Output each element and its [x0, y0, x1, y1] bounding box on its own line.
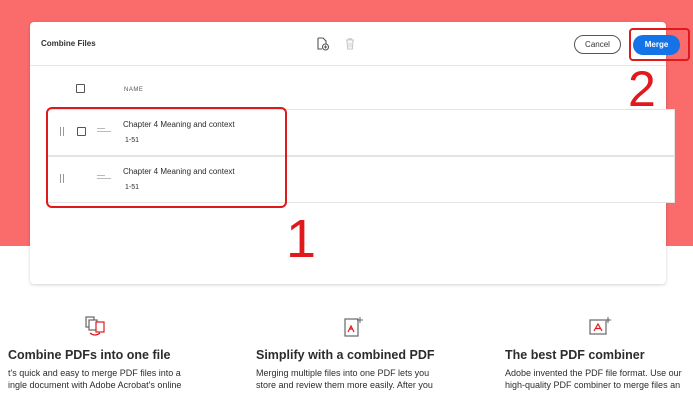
- feature-line: store and review them more easily. After…: [256, 380, 433, 390]
- annotation-frame-files: [46, 107, 287, 208]
- annotation-step-2: 2: [628, 61, 656, 117]
- trash-icon[interactable]: [343, 37, 357, 51]
- add-pdf-icon: [342, 315, 364, 337]
- select-all-checkbox[interactable]: [76, 84, 85, 93]
- annotation-step-1: 1: [286, 209, 317, 269]
- feature-title: Simplify with a combined PDF: [256, 348, 435, 362]
- feature-title: Combine PDFs into one file: [8, 348, 171, 362]
- sparkle-pdf-icon: [588, 315, 612, 337]
- file-list-header: NAME: [30, 78, 666, 102]
- combine-files-icon: [84, 315, 106, 337]
- cancel-button[interactable]: Cancel: [574, 35, 621, 54]
- feature-line: Adobe invented the PDF file format. Use …: [505, 368, 682, 378]
- feature-line: Merging multiple files into one PDF lets…: [256, 368, 430, 378]
- add-file-icon[interactable]: [316, 37, 330, 51]
- annotation-frame-merge: [629, 28, 690, 61]
- feature-line: ingle document with Adobe Acrobat's onli…: [8, 380, 182, 390]
- feature-line: high-quality PDF combiner to merge files…: [505, 380, 681, 390]
- name-column-header: NAME: [124, 87, 144, 93]
- panel-title: Combine Files: [41, 39, 96, 48]
- panel-header: Combine Files Cancel Merge: [30, 22, 680, 66]
- feature-title: The best PDF combiner: [505, 348, 645, 362]
- feature-line: t's quick and easy to merge PDF files in…: [8, 368, 181, 378]
